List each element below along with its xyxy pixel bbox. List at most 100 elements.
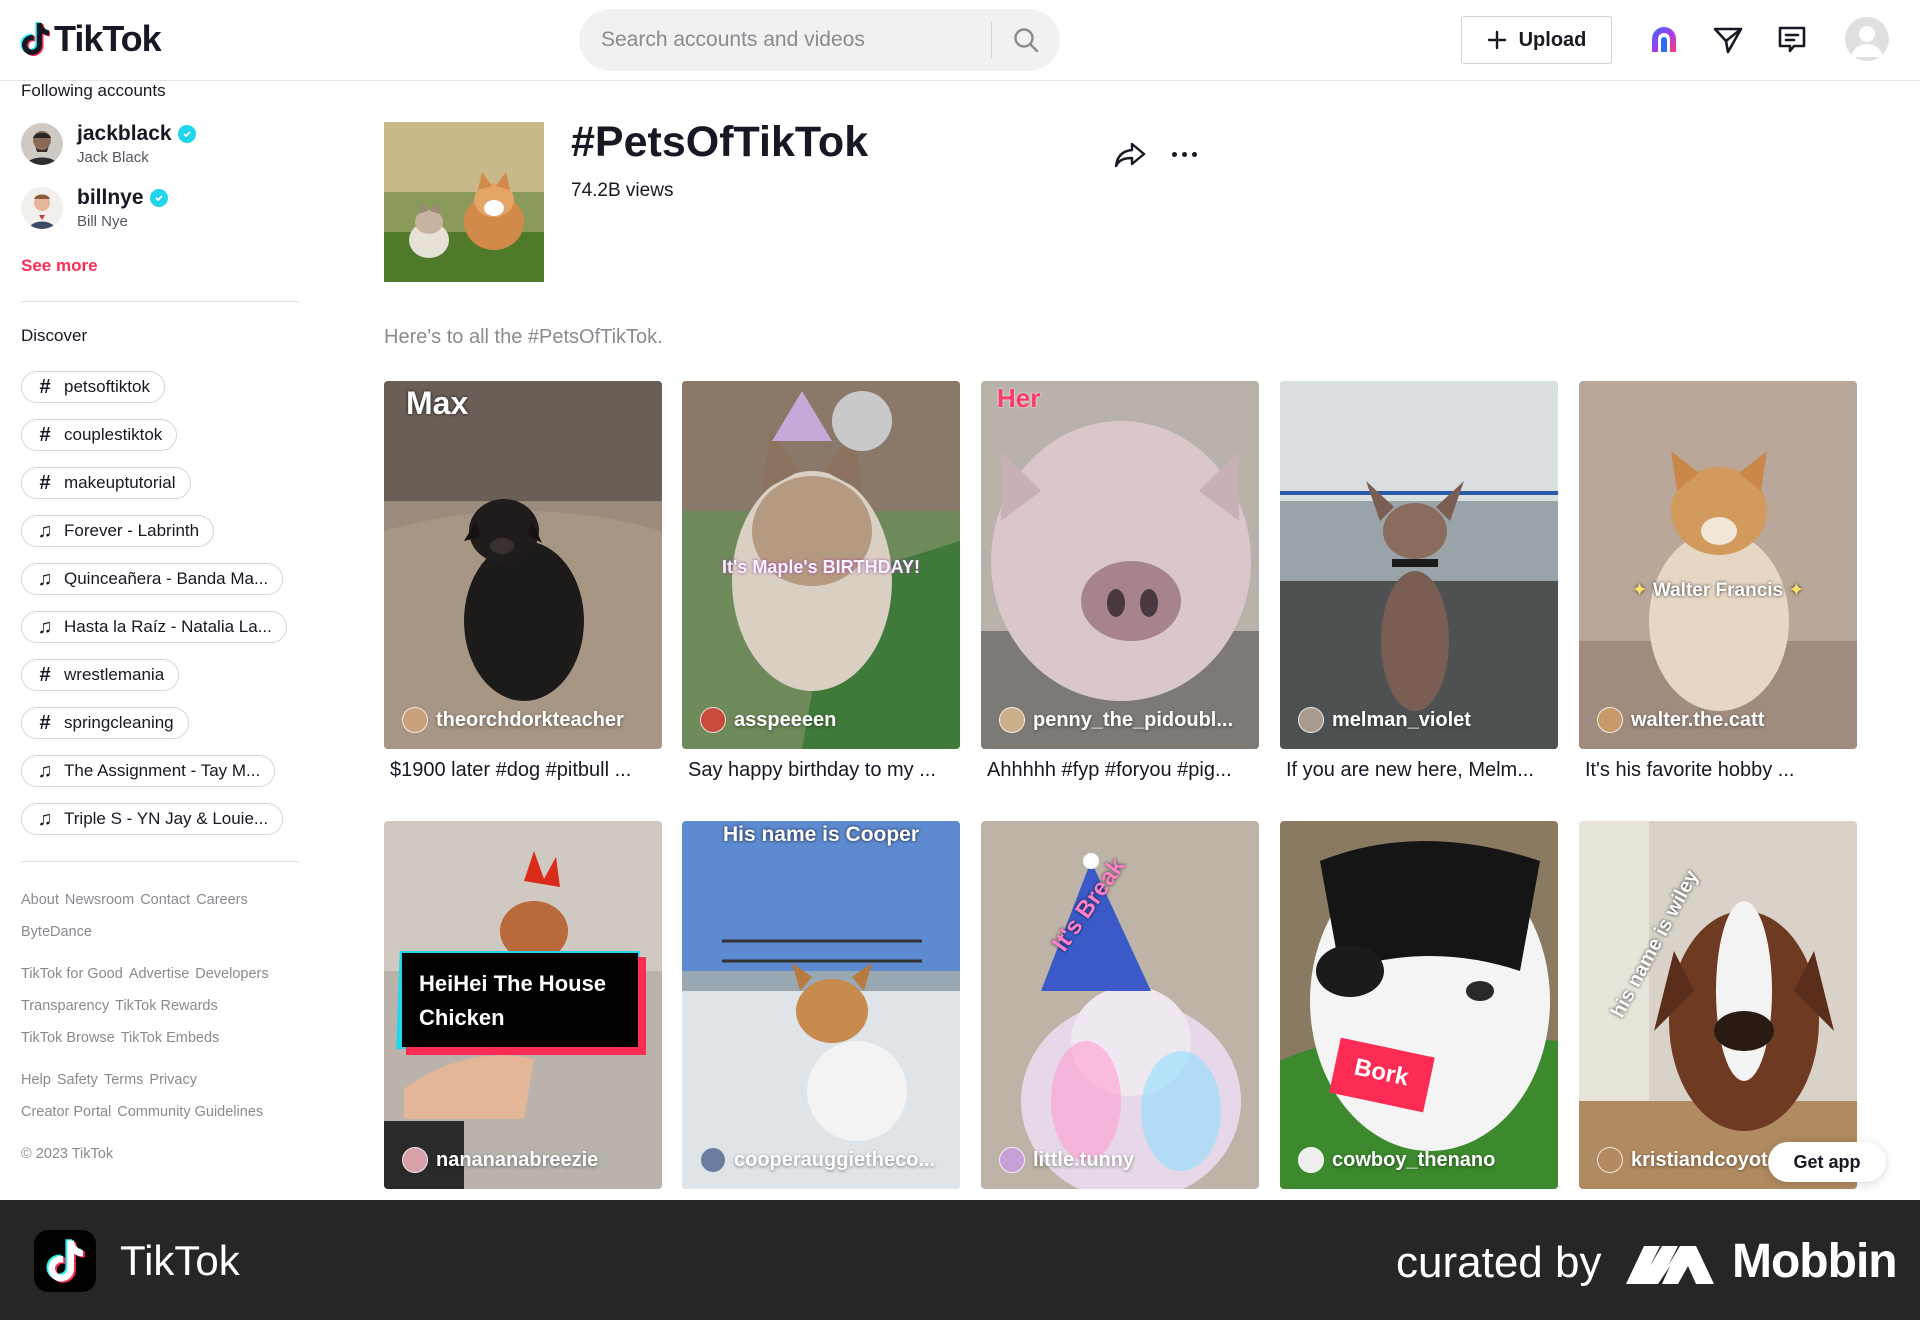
inbox-icon[interactable] bbox=[1772, 20, 1812, 60]
chip-label: wrestlemania bbox=[64, 665, 165, 684]
video-author: cowboy_thenano bbox=[1298, 1147, 1495, 1173]
search-bar bbox=[579, 9, 1060, 71]
video-card[interactable]: It's Break little.tunny bbox=[981, 821, 1259, 1189]
avatar bbox=[1597, 707, 1623, 733]
discover-chip[interactable]: # petsoftiktok bbox=[21, 371, 165, 403]
hashtag-icon: # bbox=[39, 375, 51, 398]
top-header: TikTok Upload bbox=[0, 0, 1920, 81]
video-card[interactable]: It's Maple's BIRTHDAY! asspeeeen Say hap… bbox=[682, 381, 960, 782]
discover-chip[interactable]: ♫ Hasta la Raíz - Natalia La... bbox=[21, 611, 287, 643]
sidebar-divider bbox=[21, 861, 299, 862]
video-card[interactable]: his name is wiley kristiandcoyote bbox=[1579, 821, 1857, 1189]
video-username: asspeeeen bbox=[734, 708, 837, 731]
discover-chip[interactable]: ♫ Triple S - YN Jay & Louie... bbox=[21, 803, 284, 835]
get-app-button[interactable]: Get app bbox=[1768, 1142, 1886, 1182]
video-card[interactable]: Bork cowboy_thenano bbox=[1280, 821, 1558, 1189]
sparkle-icon: ✦ bbox=[1631, 580, 1648, 601]
video-author: cooperauggietheco... bbox=[700, 1147, 935, 1173]
discover-chip[interactable]: ♫ The Assignment - Tay M... bbox=[21, 755, 276, 787]
upload-button[interactable]: Upload bbox=[1461, 16, 1612, 64]
video-overlay-label: Walter Francis bbox=[1652, 580, 1784, 601]
footer-link[interactable]: Contact bbox=[140, 892, 190, 908]
video-card[interactable]: Max theorchdorkteacher $1900 later #dog … bbox=[384, 381, 662, 782]
messages-send-icon[interactable] bbox=[1708, 20, 1748, 60]
footer-link[interactable]: ByteDance bbox=[21, 924, 92, 940]
footer-link[interactable]: Creator Portal bbox=[21, 1104, 111, 1120]
video-thumbnail: His name is Cooper cooperauggietheco... bbox=[682, 821, 960, 1189]
curated-by-text: curated by bbox=[1396, 1238, 1602, 1287]
video-card[interactable]: HeiHei The House Chicken nanananabreezie bbox=[384, 821, 662, 1189]
music-note-icon: ♫ bbox=[37, 519, 53, 542]
video-card[interactable]: ✦ Walter Francis ✦ walter.the.catt It's … bbox=[1579, 381, 1857, 782]
footer-line: About Newsroom Contact Careers bbox=[21, 884, 275, 916]
account-item-billnye[interactable]: billnye Bill Nye bbox=[21, 186, 168, 230]
discover-chip[interactable]: # springcleaning bbox=[21, 707, 189, 739]
discover-chip[interactable]: # couplestiktok bbox=[21, 419, 178, 451]
more-options-icon[interactable] bbox=[1166, 136, 1202, 172]
account-item-jackblack[interactable]: jackblack Jack Black bbox=[21, 122, 196, 166]
share-icon[interactable] bbox=[1112, 136, 1148, 172]
search-input[interactable] bbox=[579, 9, 991, 71]
video-card[interactable]: Her penny_the_pidoubl... Ahhhhh #fyp #fo… bbox=[981, 381, 1259, 782]
video-thumbnail: HeiHei The House Chicken nanananabreezie bbox=[384, 821, 662, 1189]
search-icon bbox=[1014, 28, 1039, 53]
logo-text: TikTok bbox=[54, 18, 162, 59]
footer-link[interactable]: Help bbox=[21, 1072, 51, 1088]
footer-link[interactable]: Community Guidelines bbox=[117, 1104, 263, 1120]
footer-link[interactable]: Transparency bbox=[21, 998, 109, 1014]
footer-link[interactable]: Careers bbox=[196, 892, 248, 908]
discover-chip[interactable]: ♫ Forever - Labrinth bbox=[21, 515, 215, 547]
profile-avatar[interactable] bbox=[1845, 17, 1889, 61]
avatar bbox=[402, 1147, 428, 1173]
video-thumbnail: Max theorchdorkteacher bbox=[384, 381, 662, 749]
video-overlay-text: It's Maple's BIRTHDAY! bbox=[722, 557, 920, 577]
footer-link[interactable]: TikTok for Good bbox=[21, 966, 123, 982]
video-author: kristiandcoyote bbox=[1597, 1147, 1779, 1173]
hashtag-views: 74.2B views bbox=[571, 180, 674, 201]
see-more-link[interactable]: See more bbox=[21, 256, 98, 276]
video-author: melman_violet bbox=[1298, 707, 1471, 733]
footer-line: Transparency TikTok Rewards bbox=[21, 990, 275, 1022]
footer-link[interactable]: TikTok Browse bbox=[21, 1030, 115, 1046]
video-overlay-text: Max bbox=[406, 385, 469, 421]
video-card[interactable]: melman_violet If you are new here, Melm.… bbox=[1280, 381, 1558, 782]
footer-link[interactable]: About bbox=[21, 892, 59, 908]
discover-chip[interactable]: ♫ Quinceañera - Banda Ma... bbox=[21, 563, 284, 595]
music-note-icon: ♫ bbox=[37, 615, 53, 638]
chip-label: Hasta la Raíz - Natalia La... bbox=[64, 617, 272, 636]
footer-link[interactable]: Developers bbox=[195, 966, 268, 982]
chip-label: makeuptutorial bbox=[64, 473, 176, 492]
search-button[interactable] bbox=[992, 9, 1060, 71]
video-author: theorchdorkteacher bbox=[402, 707, 624, 733]
video-author: nanananabreezie bbox=[402, 1147, 598, 1173]
tiktok-now-icon[interactable] bbox=[1644, 20, 1684, 60]
tiktok-logo[interactable]: TikTok bbox=[20, 18, 162, 60]
video-thumbnail: ✦ Walter Francis ✦ walter.the.catt bbox=[1579, 381, 1857, 749]
avatar bbox=[700, 1147, 726, 1173]
video-author: asspeeeen bbox=[700, 707, 836, 733]
avatar bbox=[1298, 707, 1324, 733]
footer-link[interactable]: TikTok Embeds bbox=[121, 1030, 220, 1046]
footer-link[interactable]: Newsroom bbox=[65, 892, 134, 908]
banner-app-name: TikTok bbox=[120, 1237, 240, 1284]
video-author: penny_the_pidoubl... bbox=[999, 707, 1233, 733]
footer-link[interactable]: TikTok Rewards bbox=[115, 998, 218, 1014]
chip-label: The Assignment - Tay M... bbox=[64, 761, 261, 780]
discover-title: Discover bbox=[21, 326, 88, 345]
video-username: penny_the_pidoubl... bbox=[1033, 708, 1234, 731]
music-note-icon: ♫ bbox=[37, 807, 53, 830]
footer-link[interactable]: Terms bbox=[104, 1072, 143, 1088]
video-card[interactable]: His name is Cooper cooperauggietheco... bbox=[682, 821, 960, 1189]
upload-label: Upload bbox=[1518, 28, 1587, 51]
chip-label: Triple S - YN Jay & Louie... bbox=[64, 809, 269, 828]
video-username: melman_violet bbox=[1332, 708, 1471, 731]
chip-label: springcleaning bbox=[64, 713, 174, 732]
footer-line: TikTok for Good Advertise Developers bbox=[21, 958, 275, 990]
footer-link[interactable]: Privacy bbox=[149, 1072, 197, 1088]
discover-chip[interactable]: # makeuptutorial bbox=[21, 467, 191, 499]
video-thumbnail: It's Break little.tunny bbox=[981, 821, 1259, 1189]
discover-chip[interactable]: # wrestlemania bbox=[21, 659, 180, 691]
footer-link[interactable]: Safety bbox=[57, 1072, 98, 1088]
footer-link[interactable]: Advertise bbox=[129, 966, 189, 982]
hashtag-cover-image bbox=[384, 122, 544, 282]
